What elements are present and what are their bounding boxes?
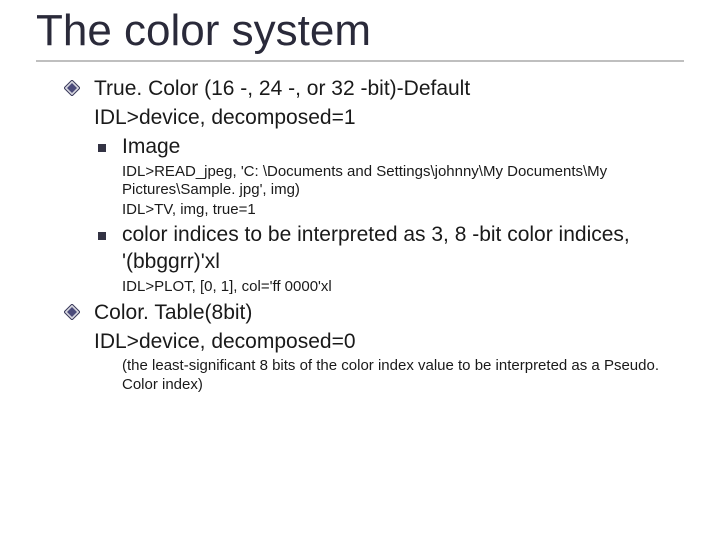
image-label: Image (122, 135, 180, 158)
image-code-line-2: IDL>TV, img, true=1 (64, 201, 672, 220)
plot-code-line: IDL>PLOT, [0, 1], col='ff 0000'xl (64, 278, 672, 297)
square-bullet-icon (98, 232, 106, 240)
diamond-bullet-icon (64, 80, 80, 96)
slide-content: True. Color (16 -, 24 -, or 32 -bit)-Def… (0, 76, 720, 395)
colortable-heading: Color. Table(8bit) (94, 301, 252, 324)
title-underline (36, 60, 684, 62)
bullet-color-indices: color indices to be interpreted as 3, 8 … (64, 222, 672, 276)
colortable-note: (the least-significant 8 bits of the col… (64, 357, 672, 395)
bullet-truecolor: True. Color (16 -, 24 -, or 32 -bit)-Def… (64, 76, 672, 103)
truecolor-heading: True. Color (16 -, 24 -, or 32 -bit)-Def… (94, 77, 470, 100)
slide: The color system True. Color (16 -, 24 -… (0, 0, 720, 540)
truecolor-device-line: IDL>device, decomposed=1 (64, 105, 672, 132)
image-code-line-1: IDL>READ_jpeg, 'C: \Documents and Settin… (64, 163, 672, 201)
colortable-device-line: IDL>device, decomposed=0 (64, 329, 672, 356)
diamond-bullet-icon (64, 304, 80, 320)
bullet-image: Image (64, 134, 672, 161)
slide-title: The color system (0, 0, 720, 58)
bullet-colortable: Color. Table(8bit) (64, 300, 672, 327)
square-bullet-icon (98, 144, 106, 152)
color-indices-text: color indices to be interpreted as 3, 8 … (122, 223, 630, 273)
